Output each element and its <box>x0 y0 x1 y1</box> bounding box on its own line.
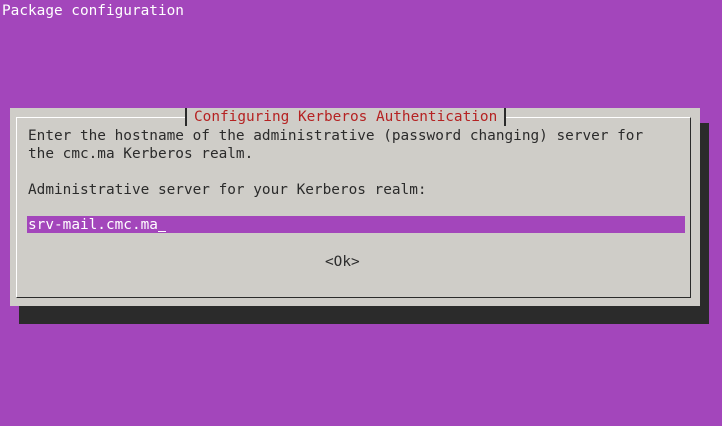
ok-button[interactable]: <Ok> <box>325 253 360 271</box>
dialog-title: Configuring Kerberos Authentication <box>185 108 507 126</box>
config-dialog: Configuring Kerberos Authentication Ente… <box>10 108 700 306</box>
screen-title: Package configuration <box>2 3 184 19</box>
text-cursor <box>157 231 166 232</box>
admin-server-input[interactable]: srv-mail.cmc.ma <box>27 216 685 233</box>
prompt-line-1: Enter the hostname of the administrative… <box>28 128 644 144</box>
field-label: Administrative server for your Kerberos … <box>28 182 427 198</box>
admin-server-value: srv-mail.cmc.ma <box>28 217 158 233</box>
prompt-line-2: the cmc.ma Kerberos realm. <box>28 146 254 162</box>
dialog-prompt: Enter the hostname of the administrative… <box>28 127 643 163</box>
